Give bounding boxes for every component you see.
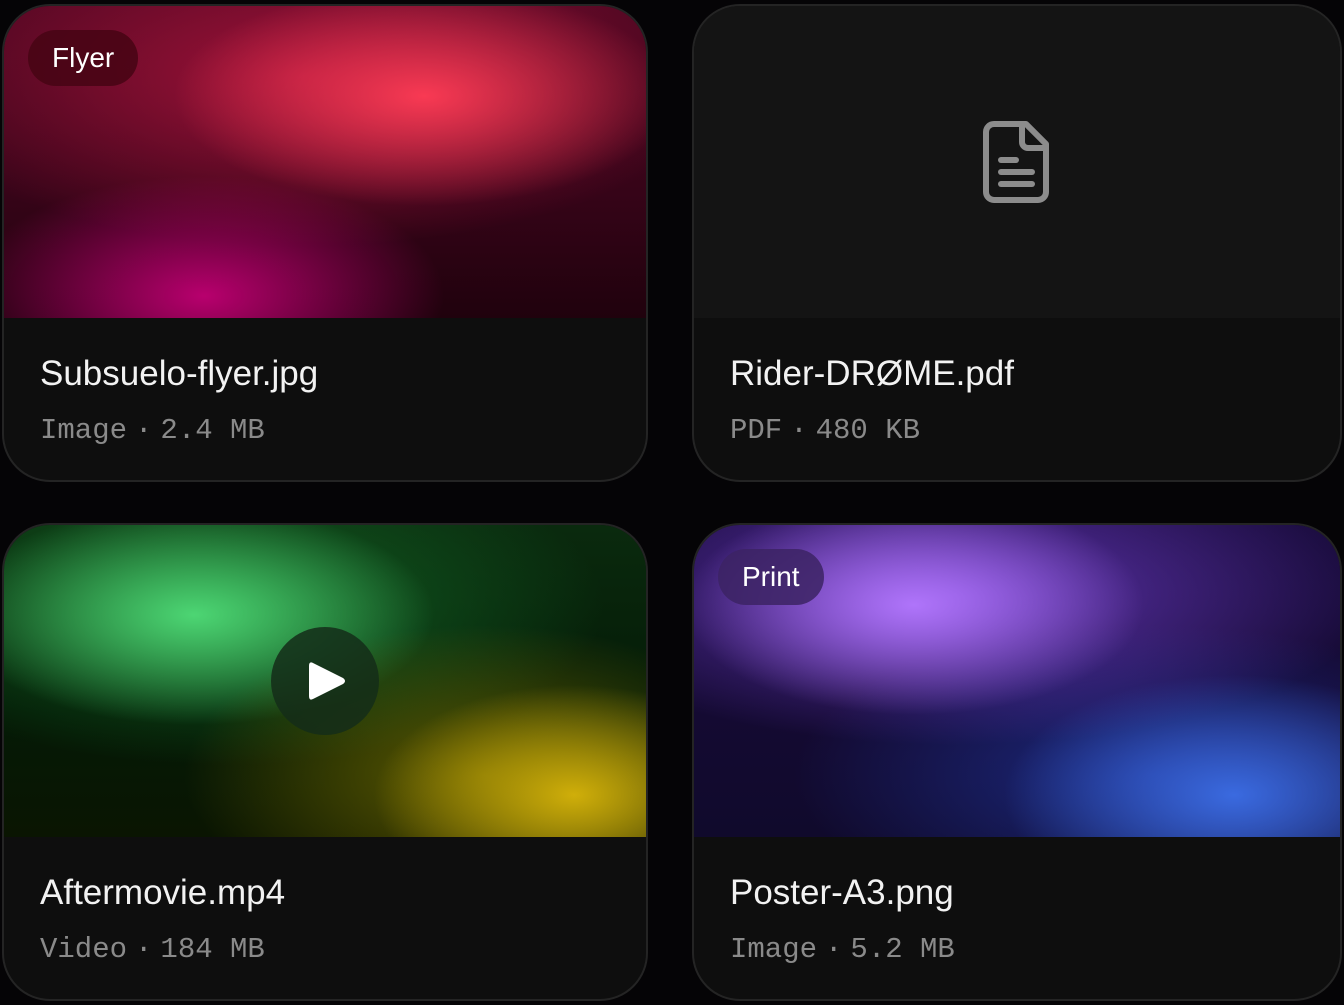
file-size: 480 KB — [815, 414, 921, 447]
file-meta: Image · 2.4 MB — [40, 414, 265, 447]
file-card-aftermovie[interactable]: Aftermovie.mp4 Video · 184 MB — [2, 523, 648, 1001]
file-size: 5.2 MB — [850, 933, 955, 966]
play-button[interactable] — [271, 627, 379, 735]
tag-badge: Print — [718, 549, 824, 605]
image-thumbnail: Print — [694, 525, 1340, 837]
file-card-poster-a3[interactable]: Print Poster-A3.png Image · 5.2 MB — [692, 523, 1342, 1001]
play-icon — [309, 662, 345, 700]
tag-badge: Flyer — [28, 30, 139, 86]
file-type: PDF — [730, 414, 783, 447]
file-size: 184 MB — [160, 933, 265, 966]
file-name: Aftermovie.mp4 — [40, 873, 286, 912]
file-meta: Image · 5.2 MB — [730, 933, 955, 966]
meta-separator: · — [135, 933, 153, 966]
file-type: Video — [40, 933, 128, 966]
video-thumbnail — [4, 525, 646, 837]
document-thumbnail — [694, 6, 1340, 318]
file-grid: Flyer Subsuelo-flyer.jpg Image · 2.4 MB Ri… — [0, 0, 1344, 1005]
file-info: Poster-A3.png Image · 5.2 MB — [730, 837, 1304, 997]
file-info: Rider-DRØME.pdf PDF · 480 KB — [730, 318, 1304, 478]
file-info: Subsuelo-flyer.jpg Image · 2.4 MB — [40, 318, 610, 478]
file-size: 2.4 MB — [160, 414, 265, 447]
file-meta: PDF · 480 KB — [730, 414, 920, 447]
file-name: Subsuelo-flyer.jpg — [40, 354, 319, 393]
file-card-rider-drome[interactable]: Rider-DRØME.pdf PDF · 480 KB — [692, 4, 1342, 482]
file-name: Poster-A3.png — [730, 873, 954, 912]
meta-separator: · — [825, 933, 843, 966]
file-info: Aftermovie.mp4 Video · 184 MB — [40, 837, 610, 997]
meta-separator: · — [790, 414, 808, 447]
image-thumbnail: Flyer — [4, 6, 646, 318]
file-name: Rider-DRØME.pdf — [730, 354, 1014, 393]
file-type: Image — [730, 933, 818, 966]
document-icon — [983, 121, 1049, 203]
file-type: Image — [40, 414, 128, 447]
meta-separator: · — [135, 414, 153, 447]
file-meta: Video · 184 MB — [40, 933, 265, 966]
file-card-subsuelo-flyer[interactable]: Flyer Subsuelo-flyer.jpg Image · 2.4 MB — [2, 4, 648, 482]
